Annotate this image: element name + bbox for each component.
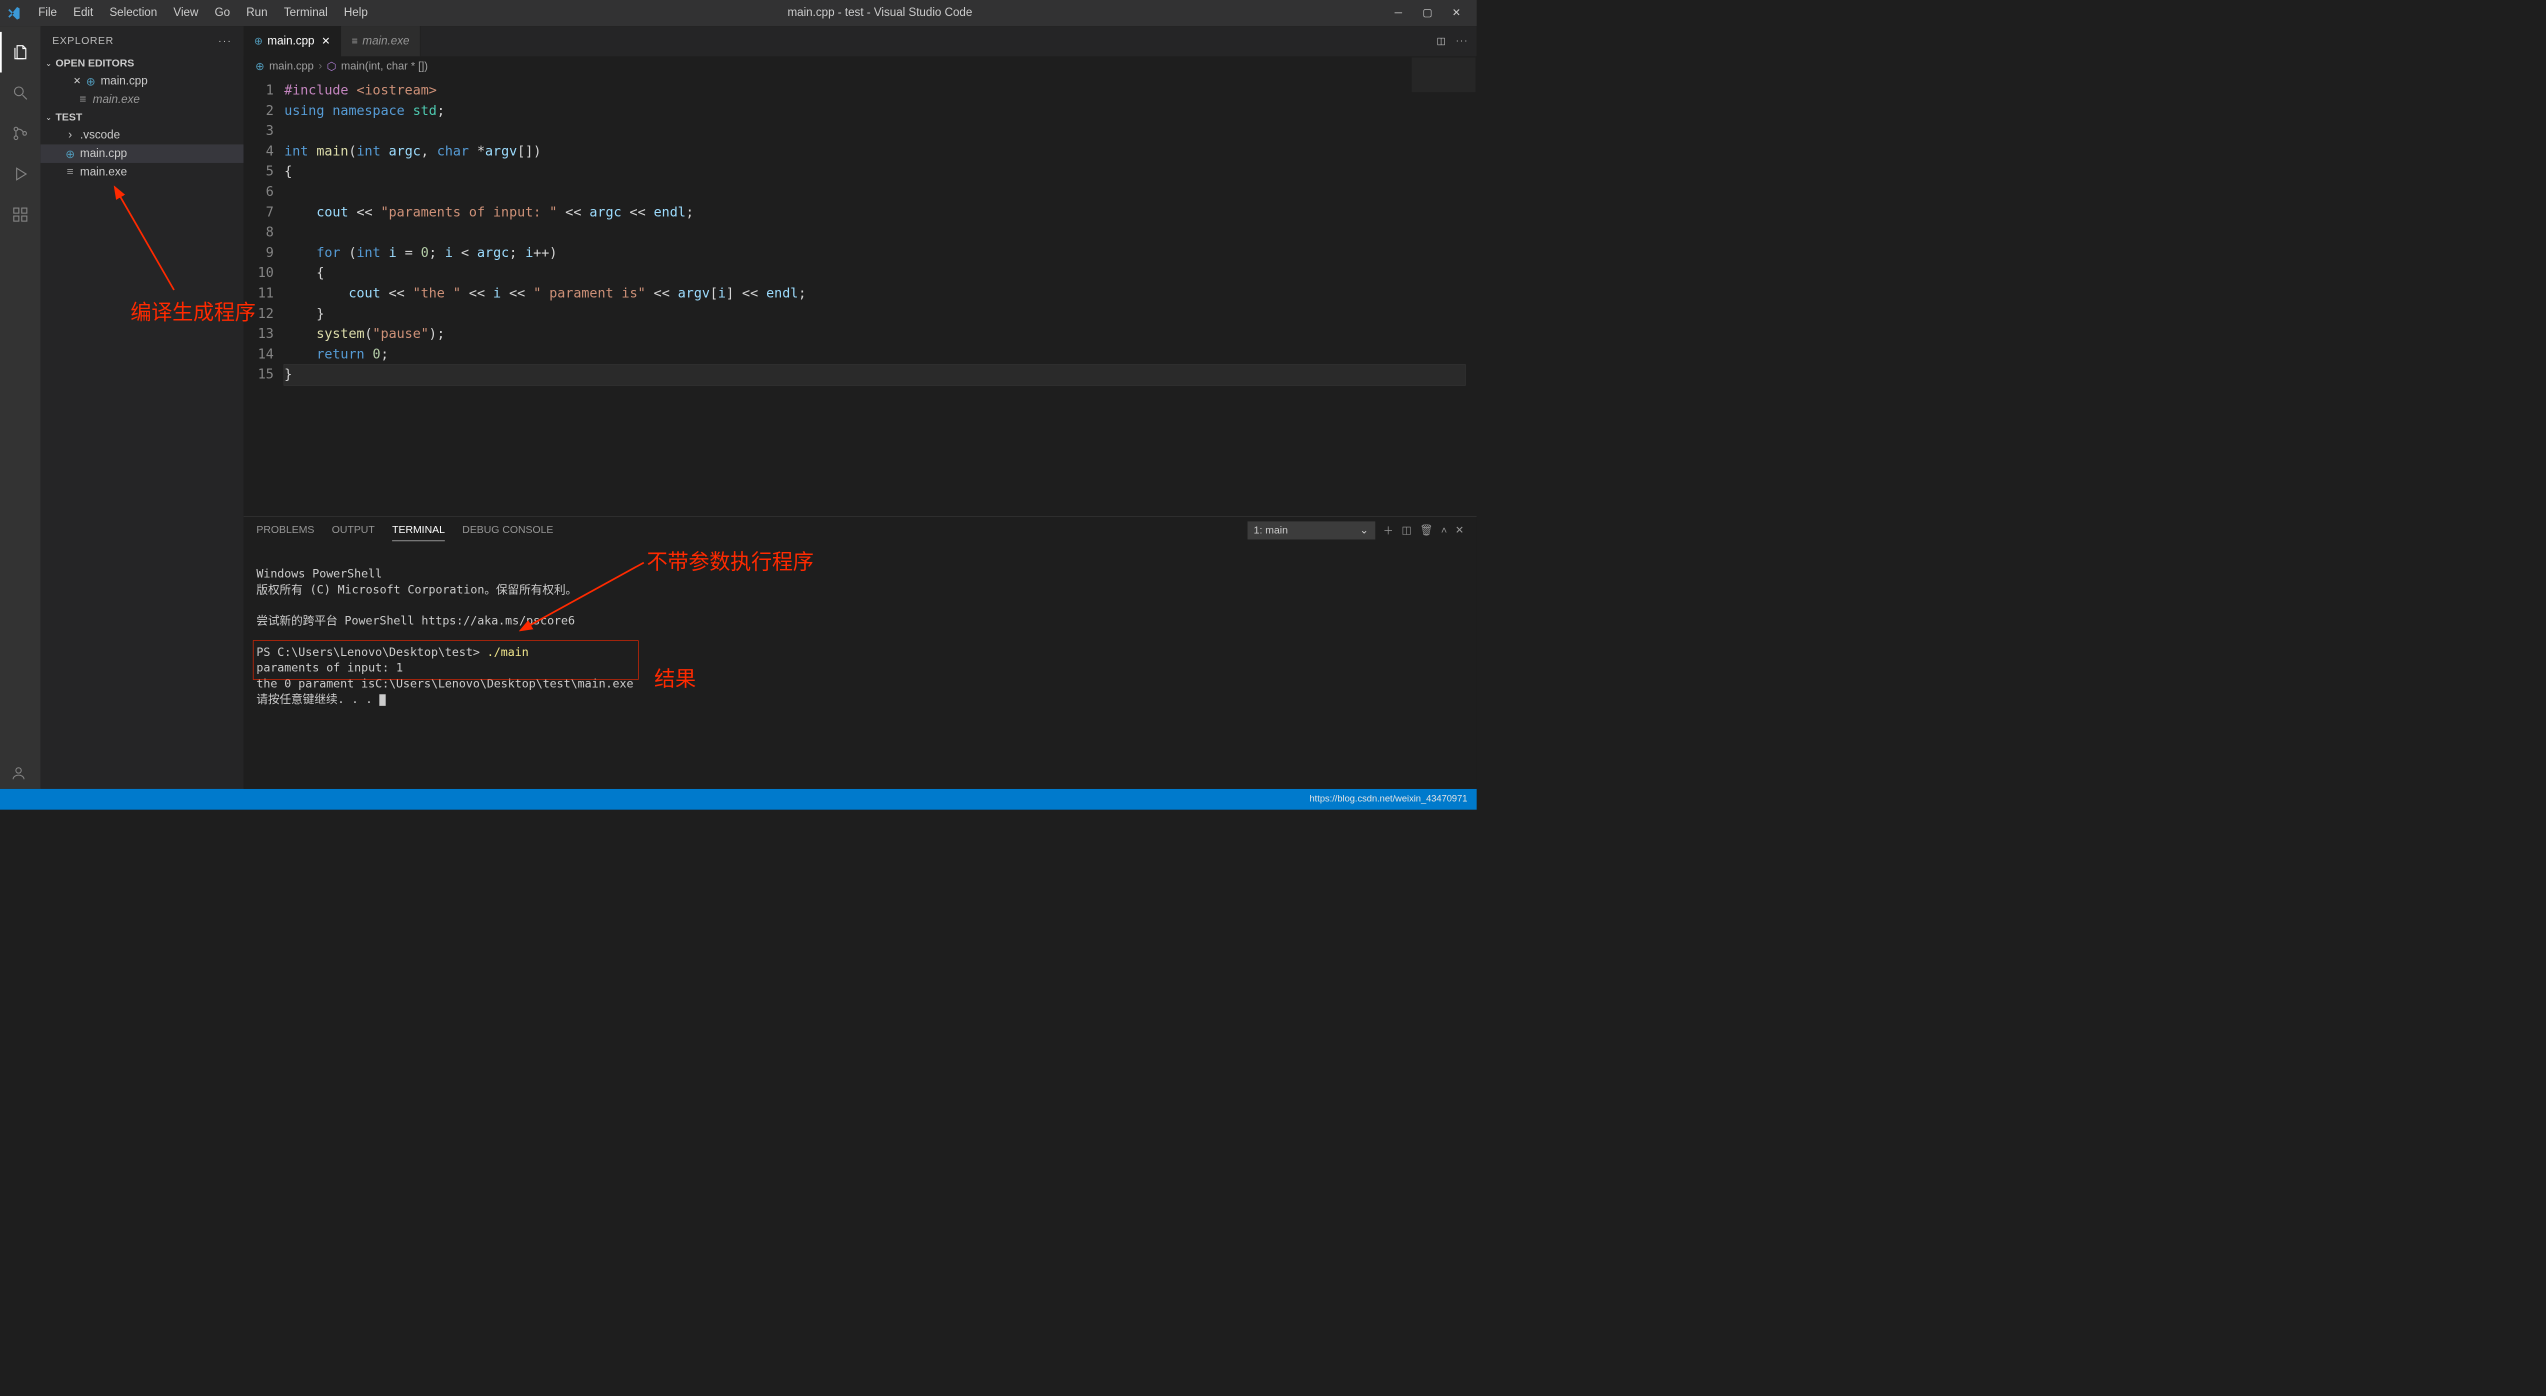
tabs-row: ⊕ main.cpp ✕ ≡ main.exe ◫ ··· <box>244 26 1477 56</box>
file-label: main.exe <box>80 166 127 179</box>
menu-help[interactable]: Help <box>336 6 376 19</box>
sidebar: EXPLORER ··· ⌄OPEN EDITORS ✕⊕main.cpp≡ma… <box>41 26 244 789</box>
chevron-up-icon[interactable]: ˄ <box>1441 524 1447 536</box>
more-actions-icon[interactable]: ··· <box>1456 36 1469 46</box>
file-main.cpp[interactable]: ⊕main.cpp <box>41 144 244 163</box>
code-editor[interactable]: 123456789101112131415 #include <iostream… <box>244 77 1477 516</box>
vscode-logo-icon <box>6 5 22 21</box>
cpp-file-icon: ⊕ <box>84 74 97 89</box>
menu-edit[interactable]: Edit <box>65 6 101 19</box>
new-terminal-icon[interactable]: ＋ <box>1383 523 1393 538</box>
split-editor-icon[interactable]: ◫ <box>1437 35 1446 47</box>
split-terminal-icon[interactable]: ◫ <box>1402 524 1412 536</box>
cursor-icon <box>379 694 385 706</box>
tab-label: main.cpp <box>267 35 314 48</box>
watermark: https://blog.csdn.net/weixin_43470971 <box>1310 794 1468 804</box>
panel-tabs: PROBLEMS OUTPUT TERMINAL DEBUG CONSOLE 1: m… <box>244 517 1477 544</box>
more-icon[interactable]: ··· <box>218 35 232 47</box>
cpp-file-icon: ⊕ <box>254 35 263 47</box>
close-button[interactable]: ✕ <box>1442 7 1471 19</box>
close-icon[interactable]: ✕ <box>321 35 330 47</box>
run-debug-icon[interactable] <box>0 154 41 195</box>
chevron-down-icon: ⌄ <box>1360 524 1369 536</box>
tab-main.cpp[interactable]: ⊕ main.cpp ✕ <box>244 26 342 56</box>
file-.vscode[interactable]: ›.vscode <box>41 126 244 145</box>
panel-tab-terminal[interactable]: TERMINAL <box>392 519 445 541</box>
sidebar-title: EXPLORER ··· <box>41 26 244 55</box>
tab-main.exe[interactable]: ≡ main.exe <box>341 26 420 56</box>
breadcrumb[interactable]: ⊕ main.cpp› ⬡ main(int, char * []) <box>244 56 1477 77</box>
terminal-body[interactable]: Windows PowerShell 版权所有 (C) Microsoft Co… <box>244 543 1477 788</box>
bottom-panel: PROBLEMS OUTPUT TERMINAL DEBUG CONSOLE 1: m… <box>244 516 1477 789</box>
window-title: main.cpp - test - Visual Studio Code <box>376 6 1384 19</box>
panel-tab-problems[interactable]: PROBLEMS <box>256 519 314 541</box>
cpp-file-icon: ⊕ <box>64 146 77 161</box>
chevron-right-icon: › <box>64 128 77 141</box>
line-numbers: 123456789101112131415 <box>244 77 285 516</box>
file-label: main.cpp <box>101 75 148 88</box>
panel-tab-output[interactable]: OUTPUT <box>332 519 375 541</box>
exe-file-icon: ≡ <box>77 93 90 106</box>
source-control-icon[interactable] <box>0 113 41 154</box>
menu-run[interactable]: Run <box>238 6 276 19</box>
menu-go[interactable]: Go <box>206 6 238 19</box>
panel-tab-debug-console[interactable]: DEBUG CONSOLE <box>462 519 553 541</box>
terminal-selector[interactable]: 1: main⌄ <box>1247 521 1375 539</box>
tab-label: main.exe <box>362 35 409 48</box>
extensions-icon[interactable] <box>0 194 41 235</box>
status-bar: https://blog.csdn.net/weixin_43470971 <box>0 789 1477 810</box>
cpp-file-icon: ⊕ <box>255 60 264 73</box>
file-label: .vscode <box>80 128 120 141</box>
activity-bar <box>0 26 41 789</box>
editor-area: ⊕main.cpp✕≡main.exe ◫ ··· ⊕ main.cpp› ⬡ … <box>244 26 1477 789</box>
menu-selection[interactable]: Selection <box>101 6 165 19</box>
close-icon[interactable]: ✕ <box>73 75 81 87</box>
search-icon[interactable] <box>0 73 41 114</box>
file-label: main.exe <box>93 93 140 106</box>
open-editor-main.exe[interactable]: ≡main.exe <box>41 90 244 109</box>
titlebar: FileEditSelectionViewGoRunTerminalHelp m… <box>0 0 1477 26</box>
symbol-icon: ⬡ <box>327 60 337 73</box>
file-main.exe[interactable]: ≡main.exe <box>41 163 244 182</box>
close-panel-icon[interactable]: ✕ <box>1455 524 1464 536</box>
accounts-icon[interactable] <box>10 765 26 784</box>
open-editor-main.cpp[interactable]: ✕⊕ main.cpp <box>41 72 244 91</box>
minimize-button[interactable]: ─ <box>1384 7 1413 19</box>
file-label: main.cpp <box>80 147 127 160</box>
minimap[interactable] <box>1412 57 1476 92</box>
maximize-button[interactable]: ▢ <box>1413 7 1442 19</box>
menu-view[interactable]: View <box>165 6 206 19</box>
exe-file-icon: ≡ <box>64 166 77 179</box>
explorer-icon[interactable] <box>0 32 41 73</box>
menu-file[interactable]: File <box>30 6 65 19</box>
menu-terminal[interactable]: Terminal <box>276 6 336 19</box>
exe-file-icon: ≡ <box>352 35 358 47</box>
trash-icon[interactable]: 🗑 <box>1420 524 1433 536</box>
workspace-header[interactable]: ⌄TEST <box>41 109 244 126</box>
open-editors-header[interactable]: ⌄OPEN EDITORS <box>41 55 244 72</box>
